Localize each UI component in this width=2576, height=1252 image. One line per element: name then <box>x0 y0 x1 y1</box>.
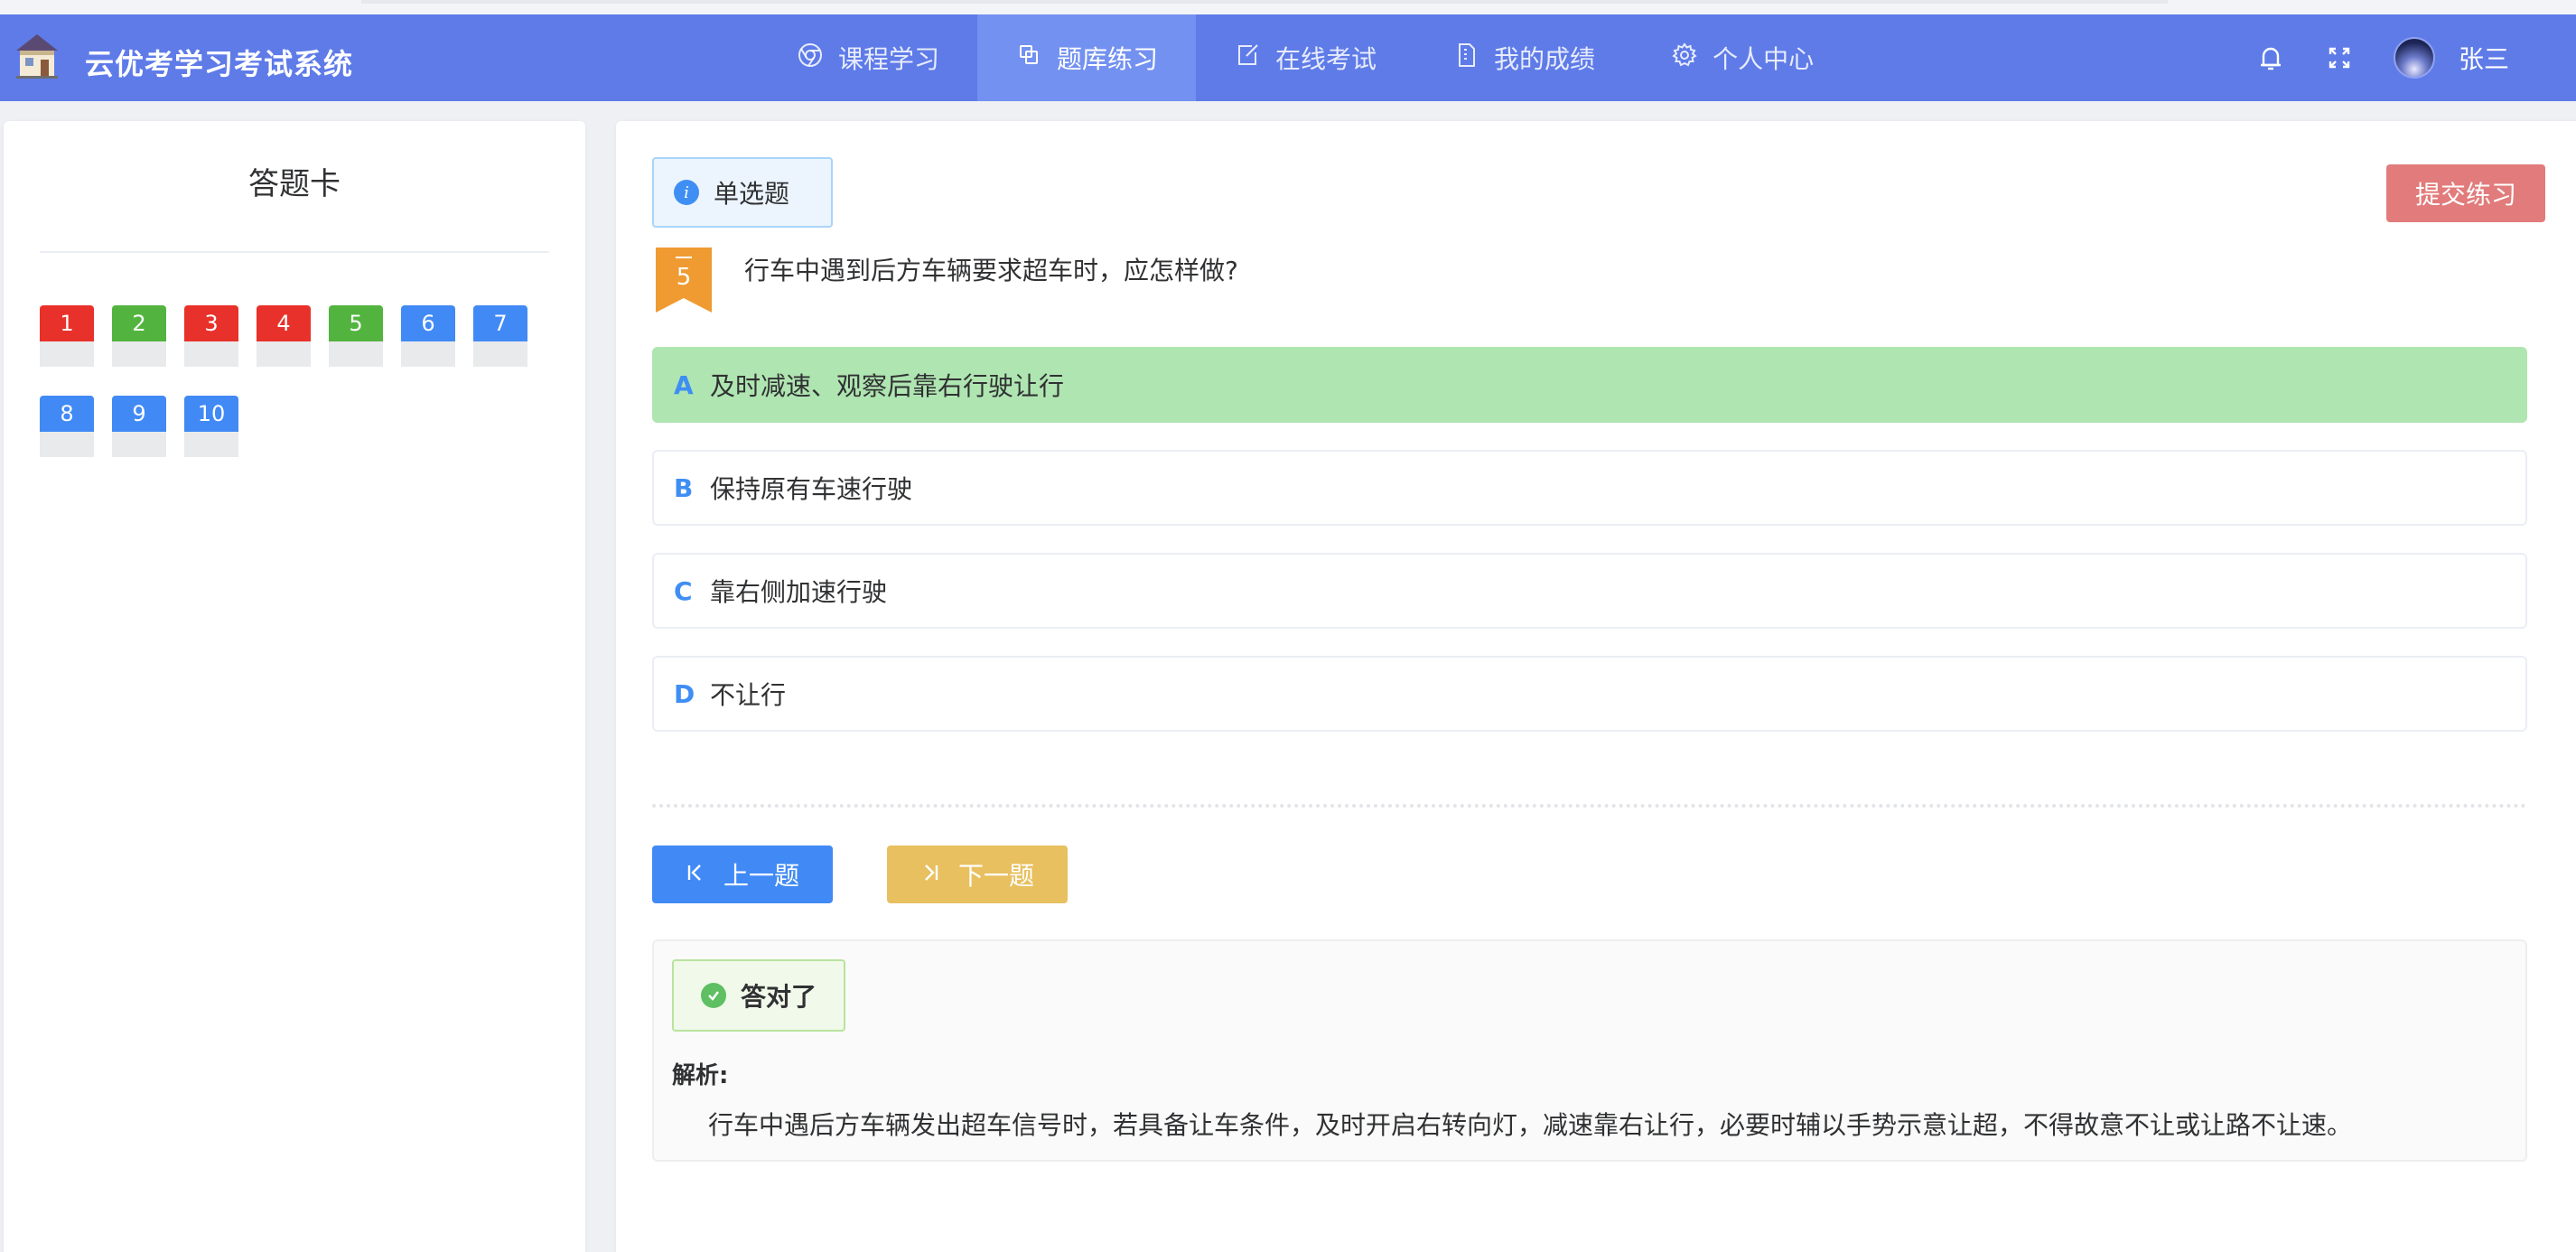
document-icon <box>1452 42 1479 75</box>
option-letter: D <box>674 678 695 709</box>
question-number-text: 5 <box>676 264 692 291</box>
option-text: 靠右侧加速行驶 <box>710 577 888 607</box>
question-number: 6 <box>401 305 455 341</box>
question-cell[interactable]: 10 <box>184 396 238 457</box>
question-number: 7 <box>473 305 527 341</box>
question-number: 3 <box>184 305 238 341</box>
answer-card-panel: 答题卡 1 2 3 4 5 6 7 8 9 10 <box>4 121 585 1252</box>
question-type-label: 单选题 <box>714 179 790 209</box>
nav-label: 在线考试 <box>1275 44 1377 74</box>
cell-footer <box>112 341 166 367</box>
question-number-badge: 5 <box>656 248 712 313</box>
question-cell[interactable]: 1 <box>40 305 94 367</box>
nav-label: 个人中心 <box>1713 44 1815 74</box>
nav-label: 我的成绩 <box>1494 44 1596 74</box>
next-label: 下一题 <box>957 861 1034 891</box>
cell-footer <box>40 341 94 367</box>
bell-icon[interactable] <box>2256 43 2285 72</box>
cell-footer <box>40 432 94 457</box>
option-d[interactable]: D 不让行 <box>652 656 2527 732</box>
analysis-text: 行车中遇后方车辆发出超车信号时，若具备让车条件，及时开启右转向灯，减速靠右让行，… <box>708 1110 2353 1140</box>
question-cell[interactable]: 2 <box>112 305 166 367</box>
chrome-icon <box>797 42 824 75</box>
nav-item-online-exam[interactable]: 在线考试 <box>1196 14 1414 101</box>
question-number: 4 <box>257 305 311 341</box>
question-cell[interactable]: 9 <box>112 396 166 457</box>
fullscreen-icon[interactable] <box>2325 43 2354 72</box>
question-grid: 1 2 3 4 5 6 7 8 9 10 <box>40 305 564 457</box>
option-c[interactable]: C 靠右侧加速行驶 <box>652 553 2527 629</box>
nav-item-my-scores[interactable]: 我的成绩 <box>1414 14 1633 101</box>
username: 张三 <box>2458 44 2509 74</box>
analysis-label: 解析: <box>672 1062 729 1089</box>
options-list: A 及时减速、观察后靠右行驶让行 B 保持原有车速行驶 C 靠右侧加速行驶 D … <box>652 347 2527 759</box>
result-panel: 答对了 解析: 行车中遇后方车辆发出超车信号时，若具备让车条件，及时开启右转向灯… <box>652 939 2527 1162</box>
option-letter: A <box>674 369 694 400</box>
first-page-icon <box>686 860 705 890</box>
question-cell[interactable]: 5 <box>329 305 383 367</box>
avatar[interactable] <box>2393 37 2435 79</box>
option-b[interactable]: B 保持原有车速行驶 <box>652 450 2527 526</box>
cell-footer <box>112 432 166 457</box>
browser-top-strip <box>0 0 2576 14</box>
question-cell[interactable]: 8 <box>40 396 94 457</box>
edit-icon <box>1234 42 1261 75</box>
cell-footer <box>257 341 311 367</box>
cell-footer <box>401 341 455 367</box>
app-logo-icon[interactable] <box>13 31 61 81</box>
question-number: 2 <box>112 305 166 341</box>
cell-footer <box>473 341 527 367</box>
option-a[interactable]: A 及时减速、观察后靠右行驶让行 <box>652 347 2527 423</box>
answer-card-title: 答题卡 <box>248 166 341 202</box>
option-letter: C <box>674 575 693 606</box>
nav-item-courses[interactable]: 课程学习 <box>759 14 977 101</box>
submit-practice-button[interactable]: 提交练习 <box>2386 164 2545 222</box>
question-panel: i 单选题 提交练习 5 行车中遇到后方车辆要求超车时，应怎样做? A 及时减速… <box>616 121 2576 1252</box>
info-icon: i <box>674 180 699 205</box>
gear-icon <box>1671 42 1698 75</box>
question-number: 8 <box>40 396 94 432</box>
cell-footer <box>184 341 238 367</box>
question-number: 10 <box>184 396 238 432</box>
check-circle-icon <box>701 983 726 1008</box>
next-question-button[interactable]: 下一题 <box>887 846 1068 903</box>
dotted-divider <box>652 804 2527 808</box>
question-number: 5 <box>329 305 383 341</box>
question-text: 行车中遇到后方车辆要求超车时，应怎样做? <box>744 256 1238 285</box>
app-title: 云优考学习考试系统 <box>85 47 354 81</box>
prev-label: 上一题 <box>723 861 799 891</box>
top-header: 云优考学习考试系统 课程学习 题库练习 在线考试 我的成绩 个人中心 张三 <box>0 14 2576 101</box>
nav-label: 课程学习 <box>838 44 940 74</box>
user-menu[interactable]: 张三 <box>2393 37 2509 79</box>
copy-icon <box>1015 42 1042 75</box>
prev-question-button[interactable]: 上一题 <box>652 846 833 903</box>
nav-item-question-bank[interactable]: 题库练习 <box>977 14 1197 101</box>
question-number: 9 <box>112 396 166 432</box>
question-cell[interactable]: 6 <box>401 305 455 367</box>
result-status-label: 答对了 <box>741 982 817 1012</box>
question-type-tag: i 单选题 <box>652 157 833 228</box>
option-text: 保持原有车速行驶 <box>710 474 913 504</box>
nav-item-personal-center[interactable]: 个人中心 <box>1633 14 1852 101</box>
nav-label: 题库练习 <box>1057 44 1159 74</box>
divider <box>40 251 549 253</box>
option-text: 不让行 <box>710 680 787 710</box>
result-status-tag: 答对了 <box>672 959 845 1032</box>
option-letter: B <box>674 472 694 503</box>
cell-footer <box>184 432 238 457</box>
question-cell[interactable]: 4 <box>257 305 311 367</box>
main-nav: 课程学习 题库练习 在线考试 我的成绩 个人中心 <box>759 14 1852 101</box>
last-page-icon <box>920 860 940 890</box>
question-cell[interactable]: 7 <box>473 305 527 367</box>
cell-footer <box>329 341 383 367</box>
option-text: 及时减速、观察后靠右行驶让行 <box>710 371 1065 401</box>
question-number: 1 <box>40 305 94 341</box>
question-cell[interactable]: 3 <box>184 305 238 367</box>
header-actions: 张三 <box>2256 14 2509 101</box>
scroll-hint-bar <box>361 0 2168 4</box>
